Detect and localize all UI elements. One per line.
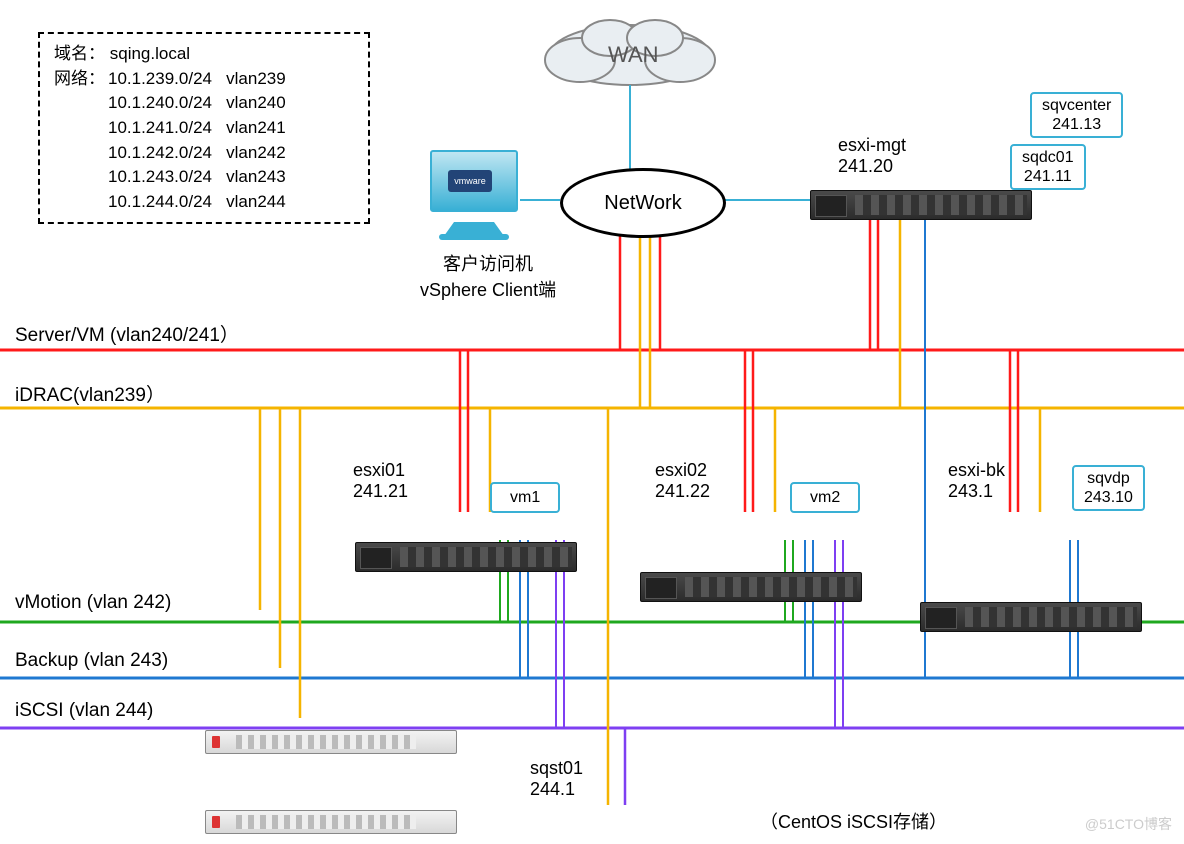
esxi01-ip: 241.21 (353, 481, 408, 502)
vlan-1: vlan240 (226, 93, 286, 112)
client-monitor: vmware (430, 150, 518, 212)
watermark: @51CTO博客 (1085, 814, 1172, 834)
sqdc01-name: sqdc01 (1022, 148, 1074, 167)
switch-vmotion (205, 730, 457, 754)
switch-backup (205, 810, 457, 834)
subnet-0: 10.1.239.0/24 (108, 69, 212, 88)
esxi-bk-label: esxi-bk 243.1 (948, 460, 1005, 502)
wan-label: WAN (608, 42, 659, 68)
lane-iscsi: iSCSI (vlan 244) (15, 700, 153, 722)
esxi02-label: esxi02 241.22 (655, 460, 710, 502)
esxi02-ip: 241.22 (655, 481, 710, 502)
vlan-3: vlan242 (226, 143, 286, 162)
client-line2: vSphere Client端 (420, 276, 556, 302)
storage-desc: （CentOS iSCSI存储） (760, 808, 947, 834)
vm2-tag: vm2 (790, 482, 860, 513)
client-label: 客户访问机 vSphere Client端 (420, 250, 556, 302)
vm-sqdc01: sqdc01 241.11 (1010, 144, 1086, 190)
vlan-0: vlan239 (226, 69, 286, 88)
sqvcenter-ip: 241.13 (1042, 115, 1111, 134)
esxi-bk-name: esxi-bk (948, 460, 1005, 481)
esxi-mgt-name: esxi-mgt (838, 135, 906, 156)
network-label: 网络： (54, 67, 108, 215)
sqvdp-name: sqvdp (1084, 469, 1133, 488)
storage-name: sqst01 (530, 758, 583, 779)
esxi01-name: esxi01 (353, 460, 408, 481)
vm-sqvcenter: sqvcenter 241.13 (1030, 92, 1123, 138)
esxi02-name: esxi02 (655, 460, 710, 481)
lane-server-vm: Server/VM (vlan240/241） (15, 320, 239, 347)
subnet-1: 10.1.240.0/24 (108, 93, 212, 112)
esxi-mgt-ip: 241.20 (838, 156, 906, 177)
vlan-4: vlan243 (226, 167, 286, 186)
storage-label: sqst01 244.1 (530, 758, 583, 800)
domain-label: 域名： (54, 44, 105, 63)
client-line1: 客户访问机 (420, 250, 556, 276)
network-node: NetWork (560, 168, 726, 238)
vm-sqvdp: sqvdp 243.10 (1072, 465, 1145, 511)
vlan-5: vlan244 (226, 192, 286, 211)
esxi01-server (355, 542, 577, 572)
lane-idrac: iDRAC(vlan239） (15, 380, 165, 407)
lane-backup: Backup (vlan 243) (15, 650, 168, 672)
subnet-4: 10.1.243.0/24 (108, 167, 212, 186)
lane-vmotion: vMotion (vlan 242) (15, 592, 171, 614)
esxi-mgt-server (810, 190, 1032, 220)
domain-value: sqing.local (110, 44, 190, 63)
esxi-bk-server (920, 602, 1142, 632)
subnet-2: 10.1.241.0/24 (108, 118, 212, 137)
sqdc01-ip: 241.11 (1022, 167, 1074, 186)
network-label: NetWork (604, 192, 681, 215)
esxi02-server (640, 572, 862, 602)
sqvdp-ip: 243.10 (1084, 488, 1133, 507)
vlan-2: vlan241 (226, 118, 286, 137)
esxi01-label: esxi01 241.21 (353, 460, 408, 502)
subnet-5: 10.1.244.0/24 (108, 192, 212, 211)
info-box: 域名： sqing.local 网络： 10.1.239.0/24 vlan23… (38, 32, 370, 224)
vm1-tag: vm1 (490, 482, 560, 513)
subnet-3: 10.1.242.0/24 (108, 143, 212, 162)
storage-ip: 244.1 (530, 779, 583, 800)
esxi-bk-ip: 243.1 (948, 481, 1005, 502)
sqvcenter-name: sqvcenter (1042, 96, 1111, 115)
esxi-mgt-label: esxi-mgt 241.20 (838, 135, 906, 177)
